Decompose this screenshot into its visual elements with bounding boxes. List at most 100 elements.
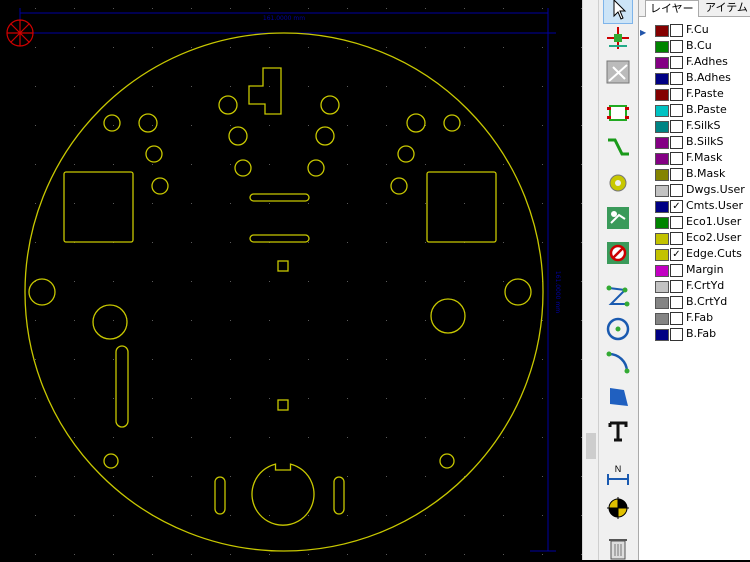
layer-name: Edge.Cuts [686, 247, 742, 260]
route-track-icon[interactable] [604, 134, 632, 162]
layer-row[interactable]: F.CrtYd [639, 278, 750, 294]
layer-row[interactable]: F.Paste [639, 86, 750, 102]
layer-row[interactable]: B.Adhes [639, 70, 750, 86]
layer-visibility-checkbox[interactable] [670, 24, 683, 37]
layer-row[interactable]: F.SilkS [639, 118, 750, 134]
scrollbar-thumb[interactable] [586, 433, 596, 459]
layer-visibility-checkbox[interactable] [670, 312, 683, 325]
layer-color-swatch[interactable] [655, 153, 669, 165]
layer-name: B.SilkS [686, 135, 724, 148]
layer-visibility-checkbox[interactable] [670, 264, 683, 277]
layer-color-swatch[interactable] [655, 281, 669, 293]
layer-color-swatch[interactable] [655, 297, 669, 309]
layer-color-swatch[interactable] [655, 169, 669, 181]
layer-color-swatch[interactable] [655, 57, 669, 69]
layer-row[interactable]: Eco2.User [639, 230, 750, 246]
layer-name: Cmts.User [686, 199, 744, 212]
layer-row[interactable]: Margin [639, 262, 750, 278]
layer-name: B.Cu [686, 39, 712, 52]
add-circle-icon[interactable] [604, 315, 632, 343]
add-arc-icon[interactable] [604, 348, 632, 376]
vertical-scrollbar[interactable] [582, 0, 599, 560]
add-zone-icon[interactable] [604, 204, 632, 232]
layer-name: Eco2.User [686, 231, 742, 244]
layer-visibility-checkbox[interactable]: ✓ [670, 248, 683, 261]
add-dimension-icon[interactable]: N [604, 462, 632, 490]
layer-name: Margin [686, 263, 724, 276]
layer-color-swatch[interactable] [655, 313, 669, 325]
highlight-net-icon[interactable] [604, 24, 632, 52]
layer-visibility-checkbox[interactable] [670, 104, 683, 117]
layer-row[interactable]: Dwgs.User [639, 182, 750, 198]
layer-color-swatch[interactable] [655, 329, 669, 341]
add-text-icon[interactable] [604, 417, 632, 445]
local-ratsnest-icon[interactable] [604, 58, 632, 86]
layer-visibility-checkbox[interactable] [670, 88, 683, 101]
layer-visibility-checkbox[interactable] [670, 280, 683, 293]
layer-row[interactable]: B.SilkS [639, 134, 750, 150]
layer-color-swatch[interactable] [655, 201, 669, 213]
layer-visibility-checkbox[interactable] [670, 328, 683, 341]
layer-visibility-checkbox[interactable] [670, 72, 683, 85]
layer-visibility-checkbox[interactable] [670, 136, 683, 149]
pcb-canvas[interactable]: 161.0000 mm 161.0000 mm [0, 0, 582, 560]
layer-row[interactable]: ✓ Edge.Cuts [639, 246, 750, 262]
add-polygon-icon[interactable] [604, 383, 632, 411]
layer-color-swatch[interactable] [655, 249, 669, 261]
layer-color-swatch[interactable] [655, 185, 669, 197]
layer-visibility-checkbox[interactable] [670, 216, 683, 229]
add-line-icon[interactable] [604, 281, 632, 309]
layer-visibility-checkbox[interactable] [670, 56, 683, 69]
layer-color-swatch[interactable] [655, 41, 669, 53]
board-drawing[interactable]: 161.0000 mm 161.0000 mm [0, 0, 582, 560]
layer-row[interactable]: B.Fab [639, 326, 750, 342]
layer-row[interactable]: B.CrtYd [639, 294, 750, 310]
panel-tabs: レイヤー アイテム [639, 0, 750, 17]
layer-row[interactable]: Eco1.User [639, 214, 750, 230]
layer-visibility-checkbox[interactable] [670, 296, 683, 309]
layer-row[interactable]: F.Mask [639, 150, 750, 166]
layer-color-swatch[interactable] [655, 25, 669, 37]
layer-visibility-checkbox[interactable] [670, 168, 683, 181]
layer-name: F.Fab [686, 311, 714, 324]
add-keepout-icon[interactable] [604, 239, 632, 267]
layer-name: Dwgs.User [686, 183, 745, 196]
layer-list: ▶ F.Cu B.Cu F.Adhes B.Adhes F.Paste B.Paste F.S… [639, 22, 750, 342]
layer-name: F.SilkS [686, 119, 721, 132]
layer-color-swatch[interactable] [655, 105, 669, 117]
add-footprint-icon[interactable] [604, 99, 632, 127]
layer-row[interactable]: ▶ F.Cu [639, 22, 750, 38]
layers-panel: レイヤー アイテム ▶ F.Cu B.Cu F.Adhes B.Adhes F.Paste… [638, 0, 750, 560]
layer-row[interactable]: F.Adhes [639, 54, 750, 70]
layer-visibility-checkbox[interactable] [670, 120, 683, 133]
tab-layers[interactable]: レイヤー [645, 0, 699, 17]
add-via-icon[interactable] [604, 169, 632, 197]
layer-color-swatch[interactable] [655, 265, 669, 277]
layer-name: B.Paste [686, 103, 727, 116]
layer-visibility-checkbox[interactable] [670, 184, 683, 197]
layer-color-swatch[interactable] [655, 89, 669, 101]
layer-color-swatch[interactable] [655, 121, 669, 133]
layer-visibility-checkbox[interactable] [670, 40, 683, 53]
origin-marker-icon [6, 19, 34, 47]
layer-color-swatch[interactable] [655, 137, 669, 149]
select-arrow-icon[interactable] [603, 0, 633, 24]
delete-icon[interactable] [604, 534, 632, 562]
dimension-width-label: 161.0000 mm [263, 15, 305, 22]
layer-visibility-checkbox[interactable] [670, 152, 683, 165]
layer-name: B.Mask [686, 167, 726, 180]
layer-visibility-checkbox[interactable]: ✓ [670, 200, 683, 213]
layer-name: B.CrtYd [686, 295, 728, 308]
place-origin-icon[interactable] [604, 494, 632, 522]
layer-row[interactable]: B.Mask [639, 166, 750, 182]
layer-name: F.Adhes [686, 55, 728, 68]
layer-visibility-checkbox[interactable] [670, 232, 683, 245]
layer-row[interactable]: ✓ Cmts.User [639, 198, 750, 214]
layer-color-swatch[interactable] [655, 233, 669, 245]
layer-color-swatch[interactable] [655, 217, 669, 229]
tab-items[interactable]: アイテム [701, 0, 750, 16]
layer-row[interactable]: B.Paste [639, 102, 750, 118]
layer-row[interactable]: B.Cu [639, 38, 750, 54]
layer-color-swatch[interactable] [655, 73, 669, 85]
layer-row[interactable]: F.Fab [639, 310, 750, 326]
